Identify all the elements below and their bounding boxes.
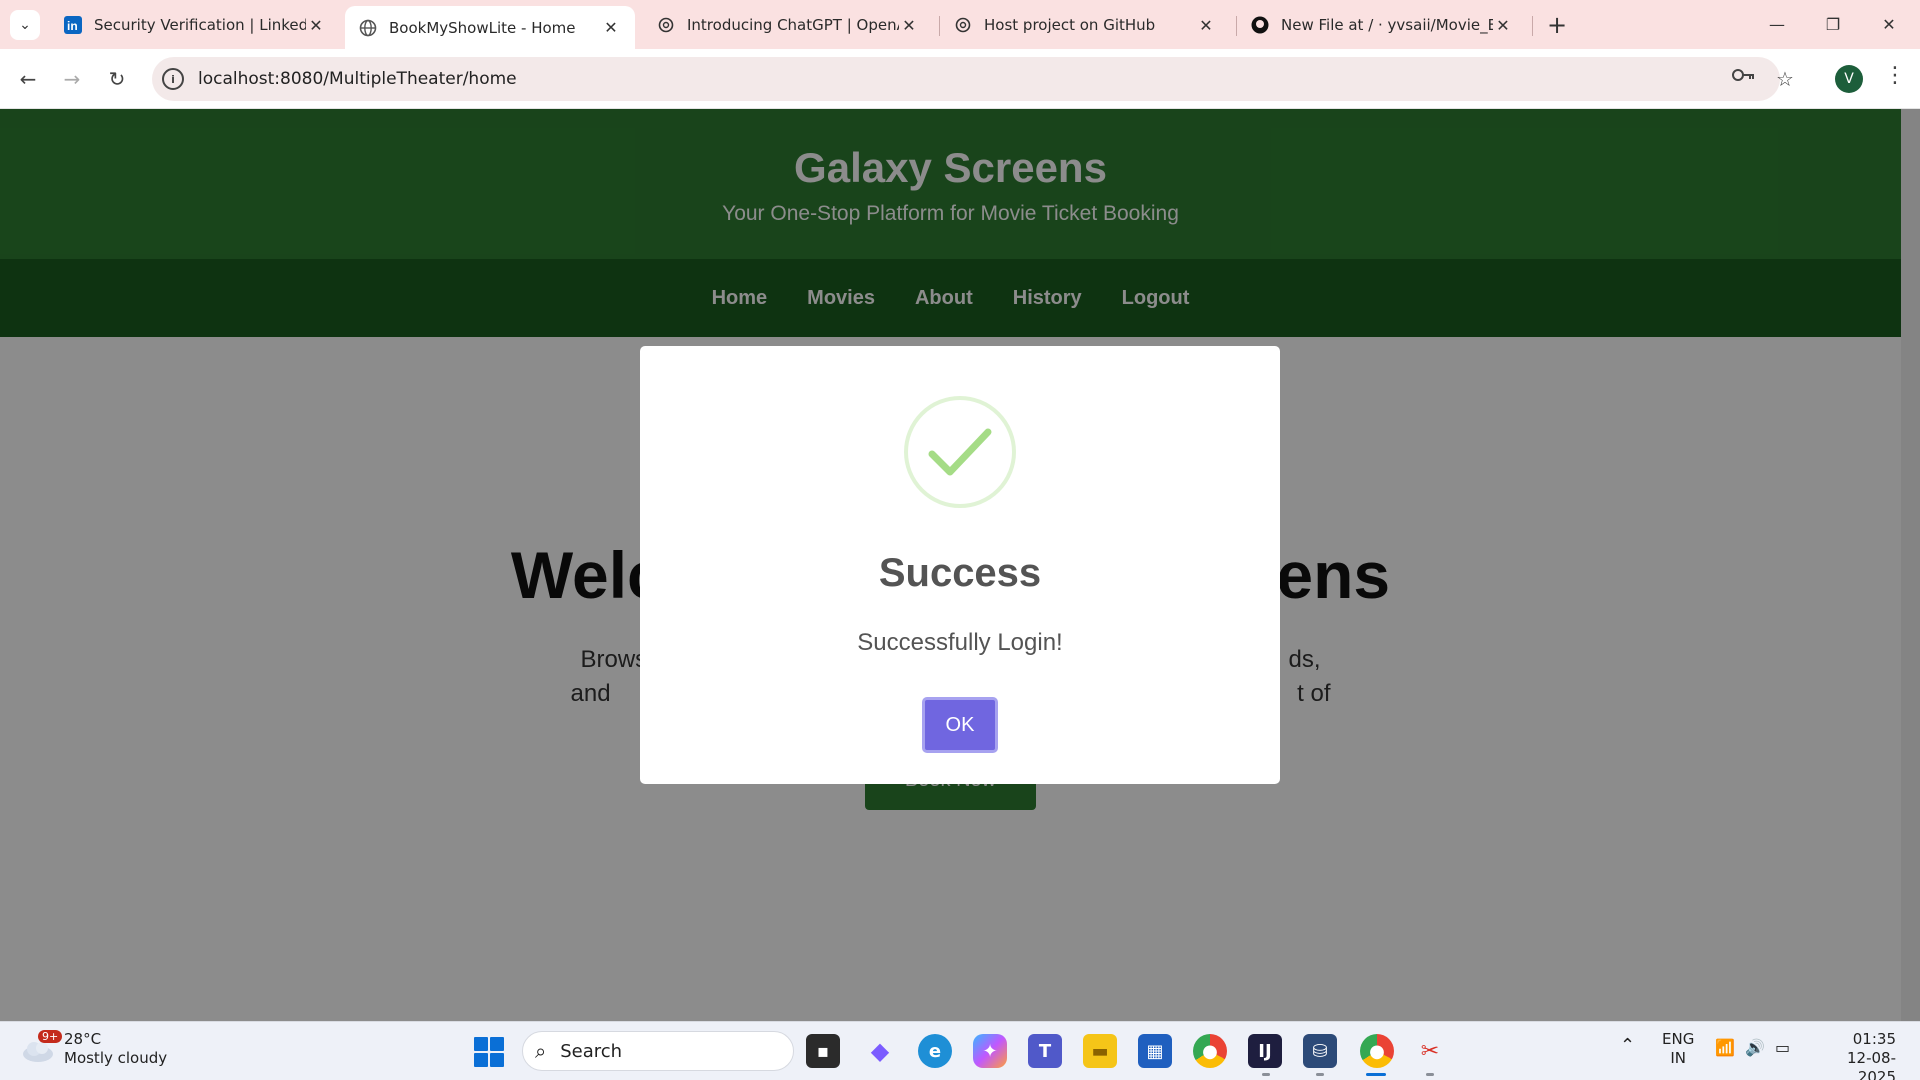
taskbar: 9+ 28°C Mostly cloudy ⌕ Search ▪ ◆ e ✦ T… — [0, 1021, 1920, 1080]
minimize-button[interactable]: — — [1754, 8, 1800, 40]
close-icon[interactable]: ✕ — [899, 16, 919, 35]
tab-title: Security Verification | LinkedIn — [94, 16, 306, 34]
tab-chatgpt[interactable]: Introducing ChatGPT | OpenAI ✕ — [643, 6, 933, 44]
success-check-icon — [904, 396, 1016, 508]
tab-linkedin[interactable]: in Security Verification | LinkedIn ✕ — [50, 6, 340, 44]
teams-icon[interactable]: T — [1028, 1034, 1062, 1068]
intellij-icon[interactable]: IJ — [1248, 1034, 1282, 1068]
chrome-icon[interactable]: ● — [1193, 1034, 1227, 1068]
url-text[interactable]: localhost:8080/MultipleTheater/home — [198, 69, 517, 89]
restore-button[interactable]: ❐ — [1810, 8, 1856, 40]
tab-title: Introducing ChatGPT | OpenAI — [687, 16, 899, 34]
region-code: IN — [1670, 1049, 1686, 1067]
language-indicator[interactable]: ENG IN — [1662, 1030, 1694, 1068]
file-explorer-icon[interactable]: ▬ — [1083, 1034, 1117, 1068]
github-icon — [1251, 16, 1269, 34]
address-bar[interactable]: i localhost:8080/MultipleTheater/home — [152, 57, 1780, 101]
battery-icon[interactable]: ▭ — [1775, 1038, 1790, 1057]
dialog-message: Successfully Login! — [857, 629, 1063, 656]
copilot-icon[interactable]: ✦ — [973, 1034, 1007, 1068]
svg-text:in: in — [67, 19, 78, 33]
tab-strip: ⌄ in Security Verification | LinkedIn ✕ … — [0, 0, 1920, 49]
globe-icon — [359, 19, 377, 37]
tab-search-button[interactable]: ⌄ — [10, 10, 40, 40]
search-icon: ⌕ — [535, 1039, 547, 1063]
running-indicator — [1316, 1073, 1324, 1076]
dialog-title: Success — [878, 551, 1042, 595]
microsoft-store-icon[interactable]: ▦ — [1138, 1034, 1172, 1068]
taskbar-search[interactable]: ⌕ Search — [522, 1031, 794, 1071]
weather-desc: Mostly cloudy — [64, 1049, 168, 1067]
browser-toolbar: ← → ↻ i localhost:8080/MultipleTheater/h… — [0, 49, 1920, 109]
windows-start-icon[interactable] — [474, 1037, 504, 1067]
new-tab-button[interactable]: + — [1542, 10, 1572, 40]
close-icon[interactable]: ✕ — [1493, 16, 1513, 35]
tab-separator — [1532, 16, 1533, 36]
close-icon[interactable]: ✕ — [601, 18, 621, 37]
close-window-button[interactable]: ✕ — [1866, 8, 1912, 40]
tab-title: BookMyShowLite - Home — [389, 18, 576, 37]
ok-button[interactable]: OK — [922, 697, 998, 753]
cloud-icon: 9+ — [20, 1030, 63, 1064]
weather-widget[interactable]: 9+ 28°C Mostly cloudy — [20, 1030, 167, 1068]
key-icon[interactable] — [1732, 67, 1756, 88]
close-icon[interactable]: ✕ — [306, 16, 326, 35]
tab-bookmyshowlite[interactable]: BookMyShowLite - Home ✕ — [345, 6, 635, 49]
task-view-icon[interactable]: ▪ — [806, 1034, 840, 1068]
mysql-workbench-icon[interactable]: ⛁ — [1303, 1034, 1337, 1068]
snipping-tool-icon[interactable]: ✂ — [1413, 1034, 1447, 1068]
linkedin-icon: in — [64, 16, 82, 34]
tab-separator — [939, 16, 940, 36]
bookmark-star-icon[interactable]: ☆ — [1769, 63, 1801, 95]
running-indicator — [1426, 1073, 1434, 1076]
running-indicator — [1262, 1073, 1270, 1076]
wifi-icon[interactable]: 📶 — [1715, 1038, 1735, 1057]
success-dialog: Success Successfully Login! OK — [640, 346, 1280, 784]
clock-time: 01:35 — [1852, 1030, 1896, 1048]
chevron-up-icon[interactable]: ⌃ — [1620, 1036, 1635, 1055]
weather-temp: 28°C — [64, 1030, 102, 1048]
tab-title: New File at / · yvsaii/Movie_Boo — [1281, 16, 1493, 34]
forward-button[interactable]: → — [56, 63, 88, 95]
reload-button[interactable]: ↻ — [101, 63, 133, 95]
back-button[interactable]: ← — [12, 63, 44, 95]
clock[interactable]: 01:35 12-08-2025 — [1818, 1030, 1896, 1080]
browser-menu-icon[interactable]: ⋮ — [1884, 63, 1906, 88]
tab-github-newfile[interactable]: New File at / · yvsaii/Movie_Boo ✕ — [1237, 6, 1527, 44]
profile-avatar[interactable]: V — [1835, 65, 1863, 93]
active-indicator — [1366, 1073, 1386, 1076]
tab-github-host[interactable]: Host project on GitHub ✕ — [940, 6, 1230, 44]
openai-icon — [954, 16, 972, 34]
close-icon[interactable]: ✕ — [1196, 16, 1216, 35]
widgets-icon[interactable]: ◆ — [863, 1034, 897, 1068]
volume-icon[interactable]: 🔊 — [1745, 1038, 1765, 1057]
language-code: ENG — [1662, 1030, 1695, 1048]
openai-icon — [657, 16, 675, 34]
site-info-icon[interactable]: i — [162, 68, 184, 90]
weather-badge: 9+ — [38, 1030, 63, 1043]
search-placeholder: Search — [560, 1040, 623, 1062]
tab-title: Host project on GitHub — [984, 16, 1156, 34]
chrome-profile-icon[interactable]: ● — [1360, 1034, 1394, 1068]
edge-icon[interactable]: e — [918, 1034, 952, 1068]
tab-separator — [1236, 16, 1237, 36]
clock-date: 12-08-2025 — [1847, 1049, 1896, 1080]
